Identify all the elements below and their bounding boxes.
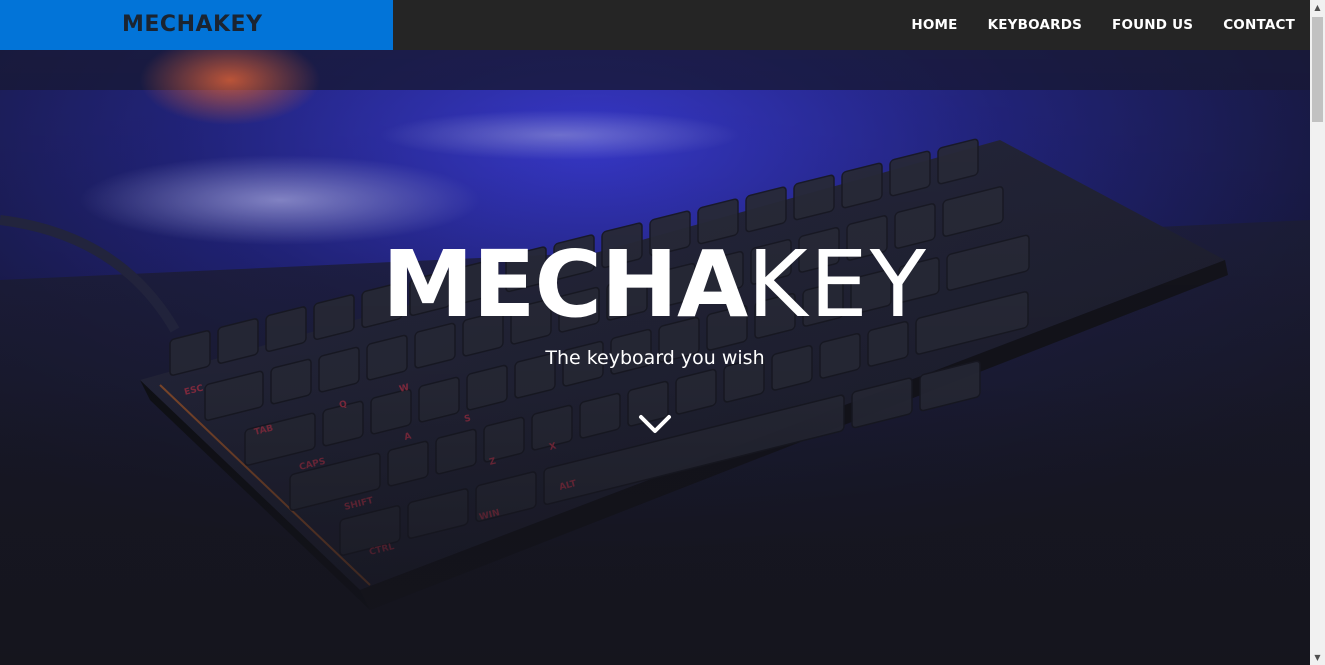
nav-keyboards[interactable]: KEYBOARDS <box>988 17 1082 33</box>
scroll-down-arrow-icon[interactable]: ▼ <box>1310 650 1325 665</box>
hero-title-bold: MECHA <box>382 231 748 338</box>
nav-found-us[interactable]: FOUND US <box>1112 17 1193 33</box>
navbar: MECHAKEY HOME KEYBOARDS FOUND US CONTACT <box>0 0 1310 50</box>
scrollbar-thumb[interactable] <box>1312 17 1323 122</box>
hero-section: ESC Q W TAB A S CAPS Z X SHIFT CTRL WIN … <box>0 50 1310 665</box>
brand-box[interactable]: MECHAKEY <box>0 0 393 50</box>
page: MECHAKEY HOME KEYBOARDS FOUND US CONTACT <box>0 0 1325 665</box>
hero-title-light: KEY <box>747 231 928 338</box>
main-nav: HOME KEYBOARDS FOUND US CONTACT <box>881 0 1295 50</box>
scroll-up-arrow-icon[interactable]: ▲ <box>1310 0 1325 15</box>
chevron-down-icon[interactable] <box>638 412 672 436</box>
hero-title: MECHAKEY <box>0 235 1310 335</box>
nav-home[interactable]: HOME <box>911 17 957 33</box>
page-scrollbar[interactable]: ▲ ▼ <box>1310 0 1325 665</box>
nav-contact[interactable]: CONTACT <box>1223 17 1295 33</box>
hero-subtitle: The keyboard you wish <box>545 347 765 369</box>
brand-logo[interactable]: MECHAKEY <box>122 12 263 37</box>
